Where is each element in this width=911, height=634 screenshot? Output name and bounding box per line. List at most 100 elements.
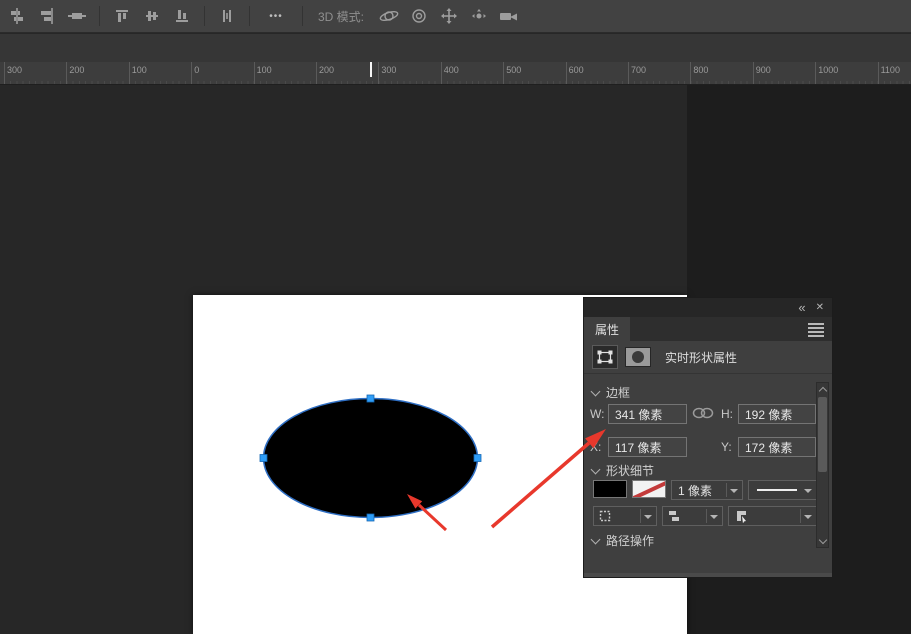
panel-resize-strip[interactable] (584, 573, 832, 577)
chevron-down-icon (644, 515, 652, 519)
ruler-major-tick (878, 62, 879, 85)
y-label: Y: (721, 440, 732, 454)
stroke-align-dropdown[interactable] (593, 506, 657, 526)
stroke-caps-icon (667, 509, 681, 523)
toolbar-gap (0, 34, 911, 62)
ruler-major-tick (503, 62, 504, 85)
3d-mode-label: 3D 模式: (318, 8, 364, 25)
ruler-tick-label: 300 (381, 65, 396, 75)
ellipsis-icon: ••• (269, 11, 283, 22)
3d-camera-icon[interactable] (496, 4, 522, 28)
transform-box-icon (597, 350, 613, 364)
height-field[interactable] (738, 404, 816, 424)
stroke-caps-dropdown[interactable] (662, 506, 723, 526)
stroke-corners-icon (735, 509, 749, 523)
ruler-tick-label: 800 (693, 65, 708, 75)
ruler-major-tick (129, 62, 130, 85)
panel-menu-icon[interactable] (808, 323, 824, 335)
solid-line-icon (757, 489, 797, 491)
close-panel-icon[interactable]: ✕ (816, 303, 824, 313)
toolbar-separator (204, 6, 205, 26)
y-field[interactable] (738, 437, 816, 457)
distribute-horizontal-spacing-icon[interactable] (214, 4, 240, 28)
w-label: W: (590, 407, 604, 421)
ruler-tick-label: 1100 (881, 65, 900, 75)
chevron-down-icon (591, 464, 601, 474)
chevron-down-icon (804, 489, 812, 493)
toolbar-separator (249, 6, 250, 26)
ruler-major-tick (815, 62, 816, 85)
ruler-major-tick (4, 62, 5, 85)
ruler-major-tick (441, 62, 442, 85)
ruler-major-tick (378, 62, 379, 85)
ruler-tick-label: 200 (69, 65, 84, 75)
ruler-major-tick (753, 62, 754, 85)
panel-titlebar: « ✕ (584, 298, 832, 317)
ruler-tick-label: 1000 (818, 65, 838, 75)
chevron-down-icon (730, 489, 738, 493)
ruler-major-tick (316, 62, 317, 85)
anchor-left[interactable] (260, 455, 267, 462)
ruler-tick-label: 700 (631, 65, 646, 75)
ruler[interactable]: 3002001000100200300400500600700800900100… (0, 62, 911, 85)
chevron-down-icon (591, 386, 601, 396)
collapse-panel-icon[interactable]: « (798, 303, 805, 313)
ruler-tick-label: 500 (506, 65, 521, 75)
h-label: H: (721, 407, 733, 421)
distribute-right-edges-icon[interactable] (34, 4, 60, 28)
stroke-width-dropdown[interactable]: 1 像素 (671, 480, 743, 500)
panel-scrollbar[interactable] (816, 382, 829, 548)
ruler-tick-label: 0 (194, 65, 199, 75)
panel-tab-bar: 属性 (584, 317, 832, 341)
anchor-right[interactable] (474, 455, 481, 462)
link-dimensions-icon[interactable] (692, 406, 714, 420)
stroke-color-swatch[interactable] (632, 480, 666, 498)
anchor-top[interactable] (367, 395, 374, 402)
stroke-width-value: 1 像素 (678, 482, 712, 499)
photoshop-window: ••• 3D 模式: 30020010001002003004005006007… (0, 0, 911, 634)
stroke-corners-dropdown[interactable] (728, 506, 817, 526)
chevron-down-icon (710, 515, 718, 519)
scroll-up-icon[interactable] (819, 387, 827, 395)
shape-type-title: 实时形状属性 (665, 349, 737, 366)
x-field[interactable] (608, 437, 687, 457)
tab-properties[interactable]: 属性 (584, 317, 630, 341)
align-horizontal-centers-icon[interactable] (64, 4, 90, 28)
align-bottom-edges-icon[interactable] (169, 4, 195, 28)
x-label: X: (590, 440, 601, 454)
ruler-major-tick (254, 62, 255, 85)
stroke-align-icon (598, 509, 612, 523)
chevron-down-icon (591, 534, 601, 544)
toolbar-separator (99, 6, 100, 26)
section-bounds[interactable]: 边框 (592, 384, 630, 401)
scroll-down-icon[interactable] (819, 536, 827, 544)
3d-pan-icon[interactable] (436, 4, 462, 28)
distribute-vertical-centers-icon[interactable] (4, 4, 30, 28)
stroke-style-dropdown[interactable] (748, 480, 817, 500)
3d-slide-icon[interactable] (466, 4, 492, 28)
ruler-tick-label: 400 (444, 65, 459, 75)
panel-shape-header-row: 实时形状属性 (584, 341, 832, 374)
scrollbar-thumb[interactable] (818, 397, 827, 472)
ruler-tick-label: 600 (569, 65, 584, 75)
live-shape-properties-button[interactable] (592, 345, 618, 369)
section-shape-details-label: 形状细节 (606, 462, 654, 479)
ruler-major-tick (191, 62, 192, 85)
ruler-major-tick (566, 62, 567, 85)
more-options-button[interactable]: ••• (259, 4, 293, 28)
section-path-operations-label: 路径操作 (606, 532, 654, 549)
ruler-tick-label: 200 (319, 65, 334, 75)
section-path-operations[interactable]: 路径操作 (592, 532, 654, 549)
3d-roll-icon[interactable] (406, 4, 432, 28)
align-vertical-centers-icon[interactable] (139, 4, 165, 28)
ruler-tick-label: 100 (257, 65, 272, 75)
properties-panel: « ✕ 属性 实时形状属性 边框 W: H: (583, 297, 833, 578)
section-shape-details[interactable]: 形状细节 (592, 462, 654, 479)
anchor-bottom[interactable] (367, 514, 374, 521)
mask-thumbnail-button[interactable] (625, 347, 651, 367)
align-top-edges-icon[interactable] (109, 4, 135, 28)
width-field[interactable] (608, 404, 687, 424)
3d-orbit-icon[interactable] (376, 4, 402, 28)
fill-color-swatch[interactable] (593, 480, 627, 498)
ellipse-shape[interactable] (264, 399, 478, 518)
